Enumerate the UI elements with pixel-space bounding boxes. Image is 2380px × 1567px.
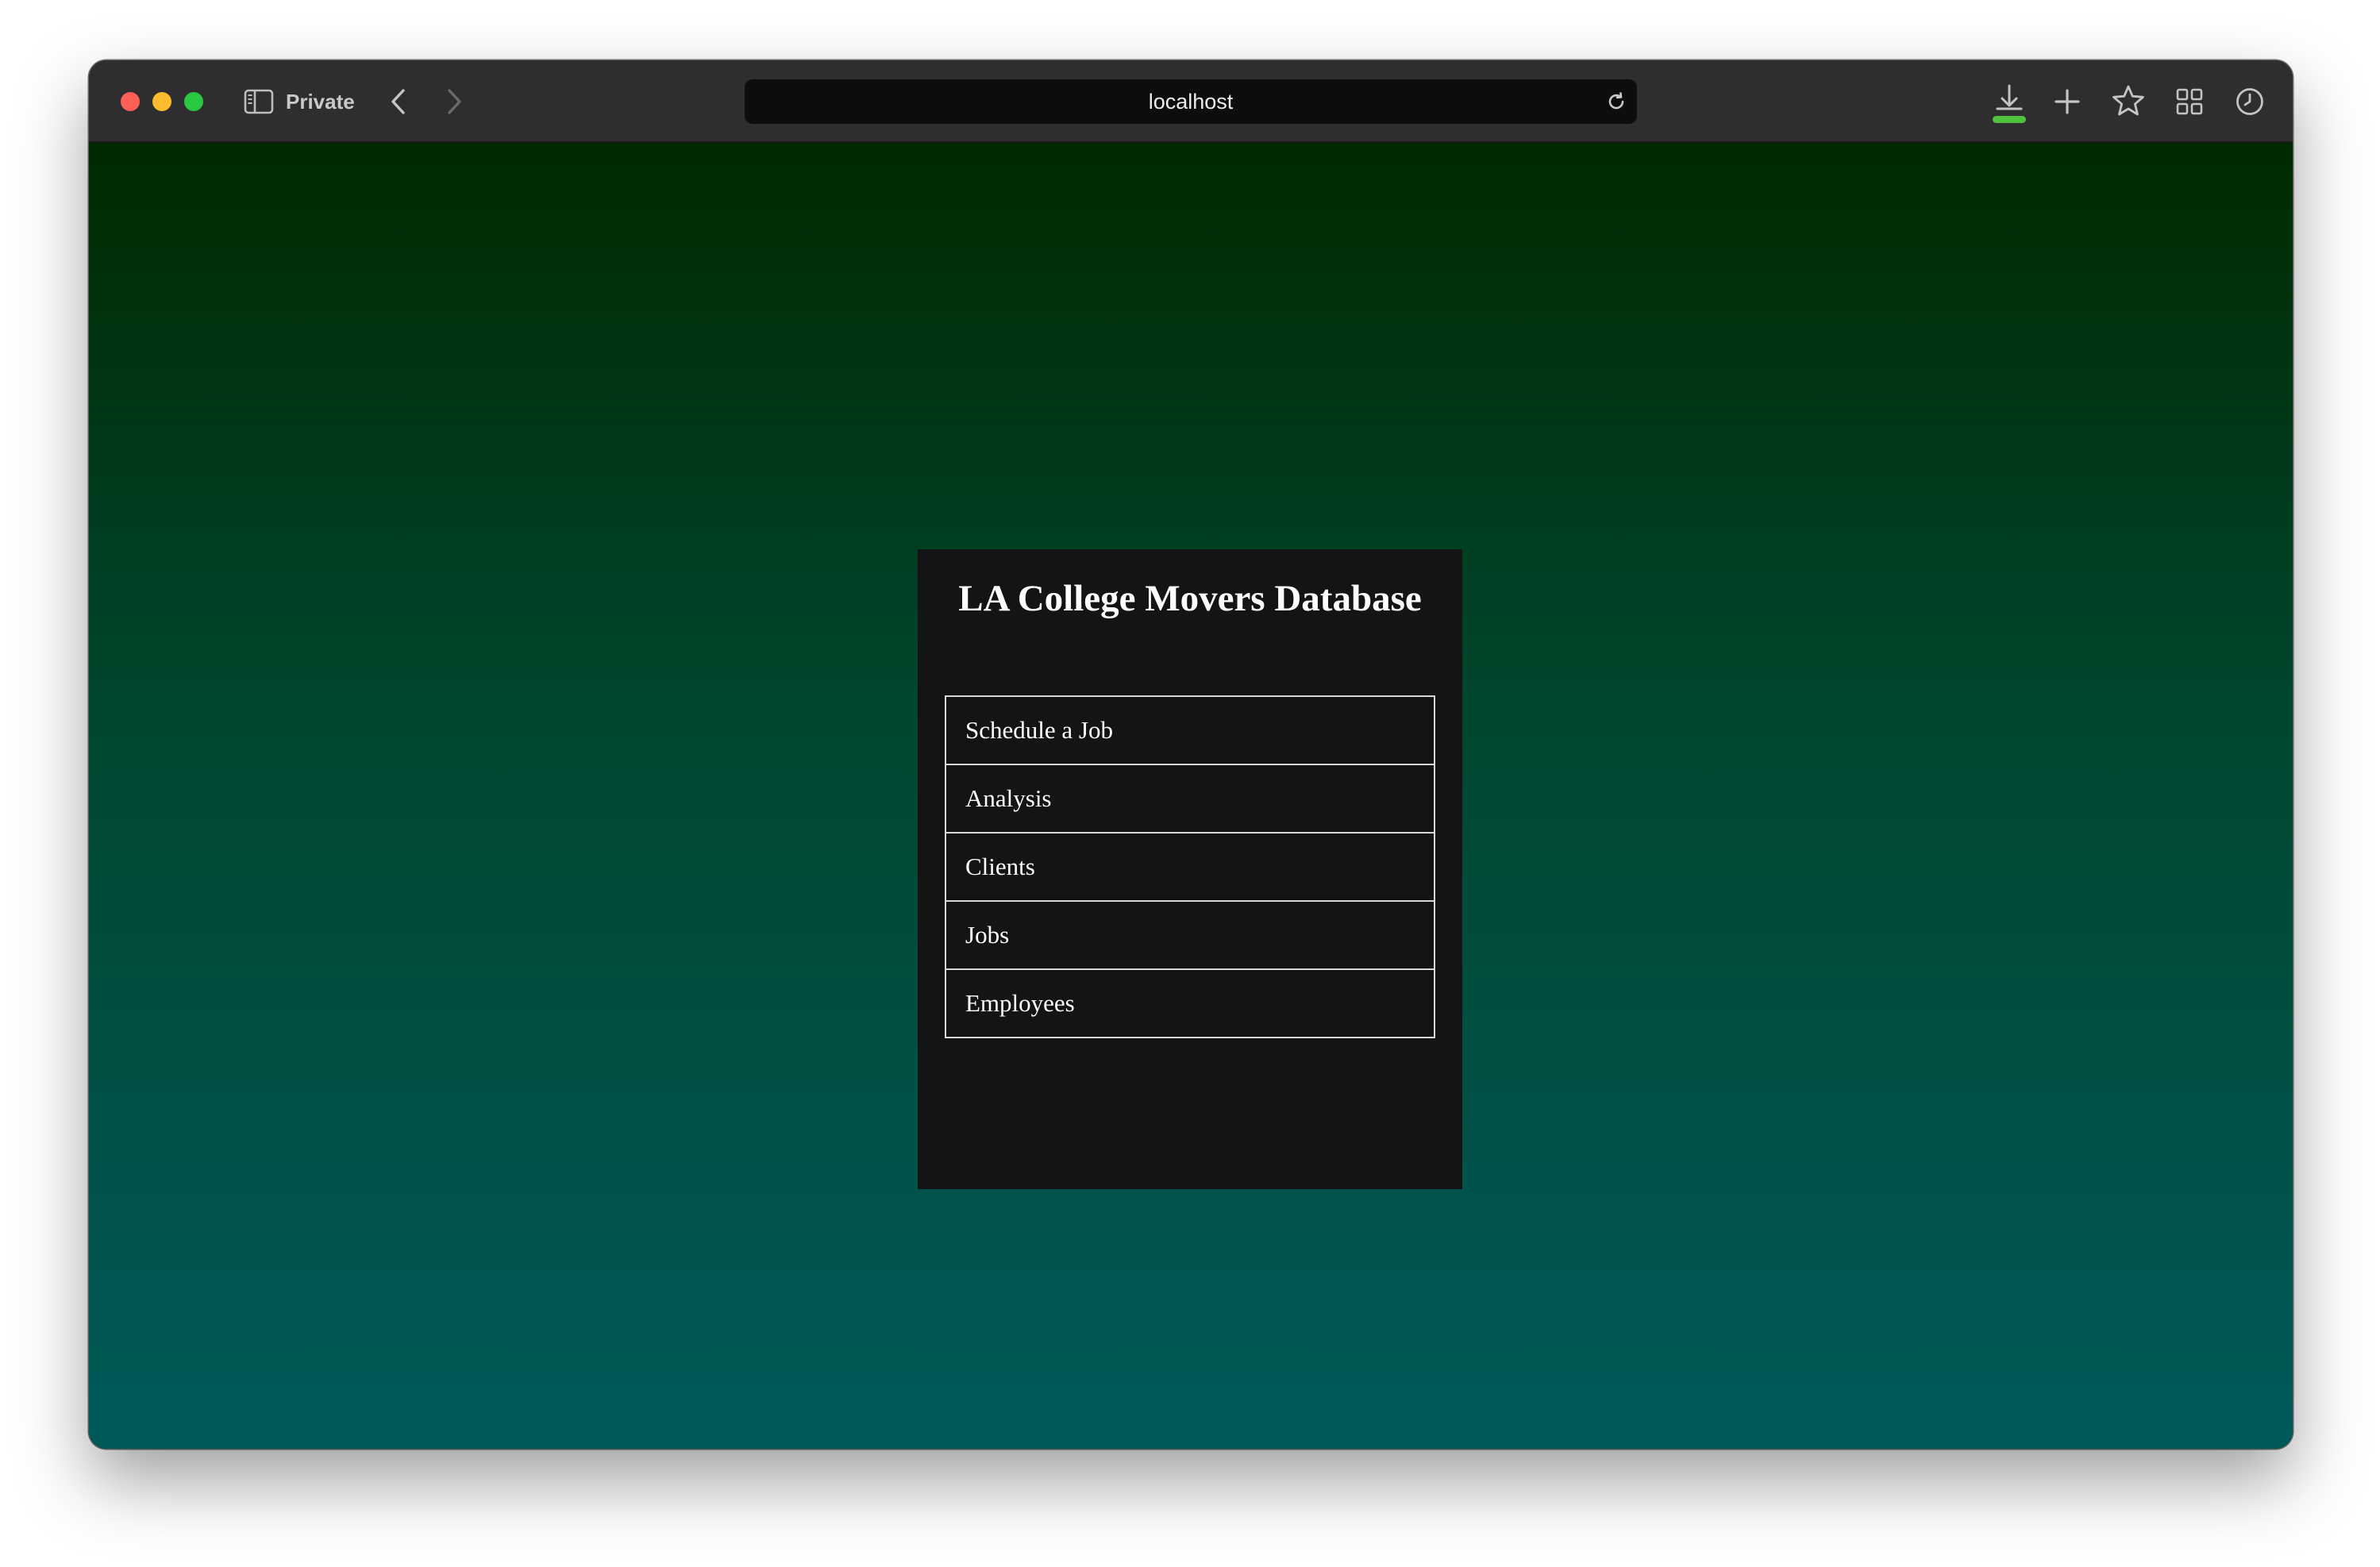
main-menu: Schedule a Job Analysis Clients Jobs Emp… <box>945 695 1435 1038</box>
menu-item-jobs[interactable]: Jobs <box>945 900 1435 970</box>
chevron-left-icon[interactable] <box>383 84 414 119</box>
address-text[interactable]: localhost <box>745 79 1637 124</box>
grid-icon[interactable] <box>2172 84 2207 119</box>
minimize-window-button[interactable] <box>152 92 171 111</box>
star-icon[interactable] <box>2110 83 2147 119</box>
reload-icon[interactable] <box>1604 89 1629 114</box>
page-viewport: LA College Movers Database Schedule a Jo… <box>89 143 2293 1449</box>
menu-item-analysis[interactable]: Analysis <box>945 764 1435 834</box>
chevron-right-icon[interactable] <box>438 84 470 119</box>
clock-icon[interactable] <box>2232 84 2267 119</box>
close-window-button[interactable] <box>121 92 140 111</box>
private-mode-label: Private <box>286 90 355 114</box>
page-title: LA College Movers Database <box>958 578 1422 619</box>
address-bar[interactable]: localhost <box>745 79 1637 124</box>
maximize-window-button[interactable] <box>184 92 203 111</box>
menu-item-schedule-a-job[interactable]: Schedule a Job <box>945 695 1435 765</box>
download-icon[interactable] <box>1989 81 2029 125</box>
menu-item-clients[interactable]: Clients <box>945 832 1435 902</box>
download-progress-fill <box>1993 116 2026 123</box>
plus-icon[interactable] <box>2050 84 2085 119</box>
sidebar-icon[interactable] <box>243 87 275 116</box>
menu-item-employees[interactable]: Employees <box>945 968 1435 1038</box>
browser-window: Private localhost LA College Movers Data… <box>89 60 2293 1449</box>
menu-panel: LA College Movers Database Schedule a Jo… <box>918 549 1462 1189</box>
browser-toolbar: Private localhost <box>89 60 2293 143</box>
